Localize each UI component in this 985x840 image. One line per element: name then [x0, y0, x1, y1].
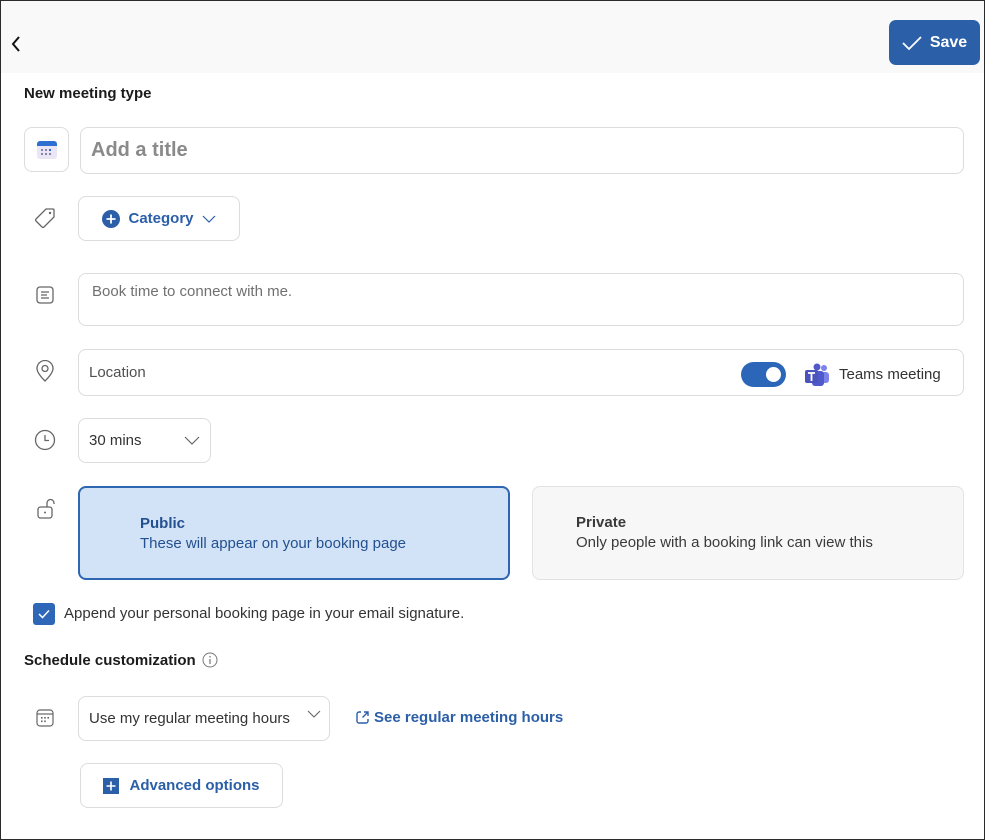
- open-external-icon: [356, 711, 369, 724]
- schedule-customization-title: Schedule customization: [24, 652, 196, 669]
- save-button[interactable]: Save: [889, 20, 980, 65]
- toggle-knob: [766, 367, 781, 382]
- location-input[interactable]: Location: [78, 349, 964, 396]
- duration-select[interactable]: 30 mins: [78, 418, 211, 463]
- description-icon: [33, 283, 57, 307]
- page-title: New meeting type: [24, 85, 152, 102]
- private-description: Only people with a booking link can view…: [576, 534, 873, 551]
- advanced-options-button[interactable]: Advanced options: [80, 763, 283, 808]
- private-title: Private: [576, 514, 627, 531]
- back-button[interactable]: [7, 33, 25, 55]
- duration-value: 30 mins: [89, 432, 142, 449]
- category-button[interactable]: Category: [78, 196, 240, 241]
- visibility-public-option[interactable]: Public These will appear on your booking…: [78, 486, 510, 580]
- unlock-icon: [33, 496, 57, 520]
- title-input[interactable]: Add a title: [80, 127, 964, 174]
- calendar-grid-icon: [33, 706, 57, 730]
- see-regular-meeting-hours-link[interactable]: See regular meeting hours: [355, 709, 563, 726]
- chevron-down-icon: [202, 215, 215, 223]
- signature-checkbox-label: Append your personal booking page in you…: [64, 605, 465, 622]
- location-placeholder: Location: [89, 364, 146, 381]
- clock-icon: [33, 428, 57, 452]
- description-input[interactable]: Book time to connect with me.: [78, 273, 964, 326]
- meeting-hours-value: Use my regular meeting hours: [89, 710, 290, 727]
- tag-icon: [33, 206, 57, 230]
- save-label: Save: [929, 33, 968, 51]
- teams-meeting-label: Teams meeting: [839, 366, 941, 383]
- category-label: Category: [128, 210, 194, 227]
- info-icon[interactable]: [202, 652, 218, 668]
- chevron-down-icon: [307, 710, 321, 718]
- checkmark-icon: [38, 609, 50, 619]
- public-title: Public: [140, 515, 186, 532]
- meeting-hours-select[interactable]: Use my regular meeting hours: [78, 696, 330, 741]
- plus-square-icon: [103, 777, 120, 794]
- teams-meeting-toggle[interactable]: [741, 362, 786, 387]
- chevron-left-icon: [11, 36, 20, 52]
- visibility-private-option[interactable]: Private Only people with a booking link …: [532, 486, 964, 580]
- teams-icon: [805, 363, 829, 386]
- checkmark-icon: [902, 35, 922, 50]
- location-pin-icon: [33, 359, 57, 383]
- plus-circle-icon: [102, 209, 121, 228]
- calendar-color-button[interactable]: [24, 127, 69, 172]
- top-bar: Save: [1, 1, 984, 73]
- public-description: These will appear on your booking page: [140, 535, 407, 552]
- chevron-down-icon: [184, 436, 200, 445]
- see-regular-meeting-hours-label: See regular meeting hours: [374, 709, 564, 726]
- signature-checkbox[interactable]: [33, 603, 55, 625]
- advanced-options-label: Advanced options: [129, 777, 260, 794]
- calendar-icon: [36, 140, 57, 159]
